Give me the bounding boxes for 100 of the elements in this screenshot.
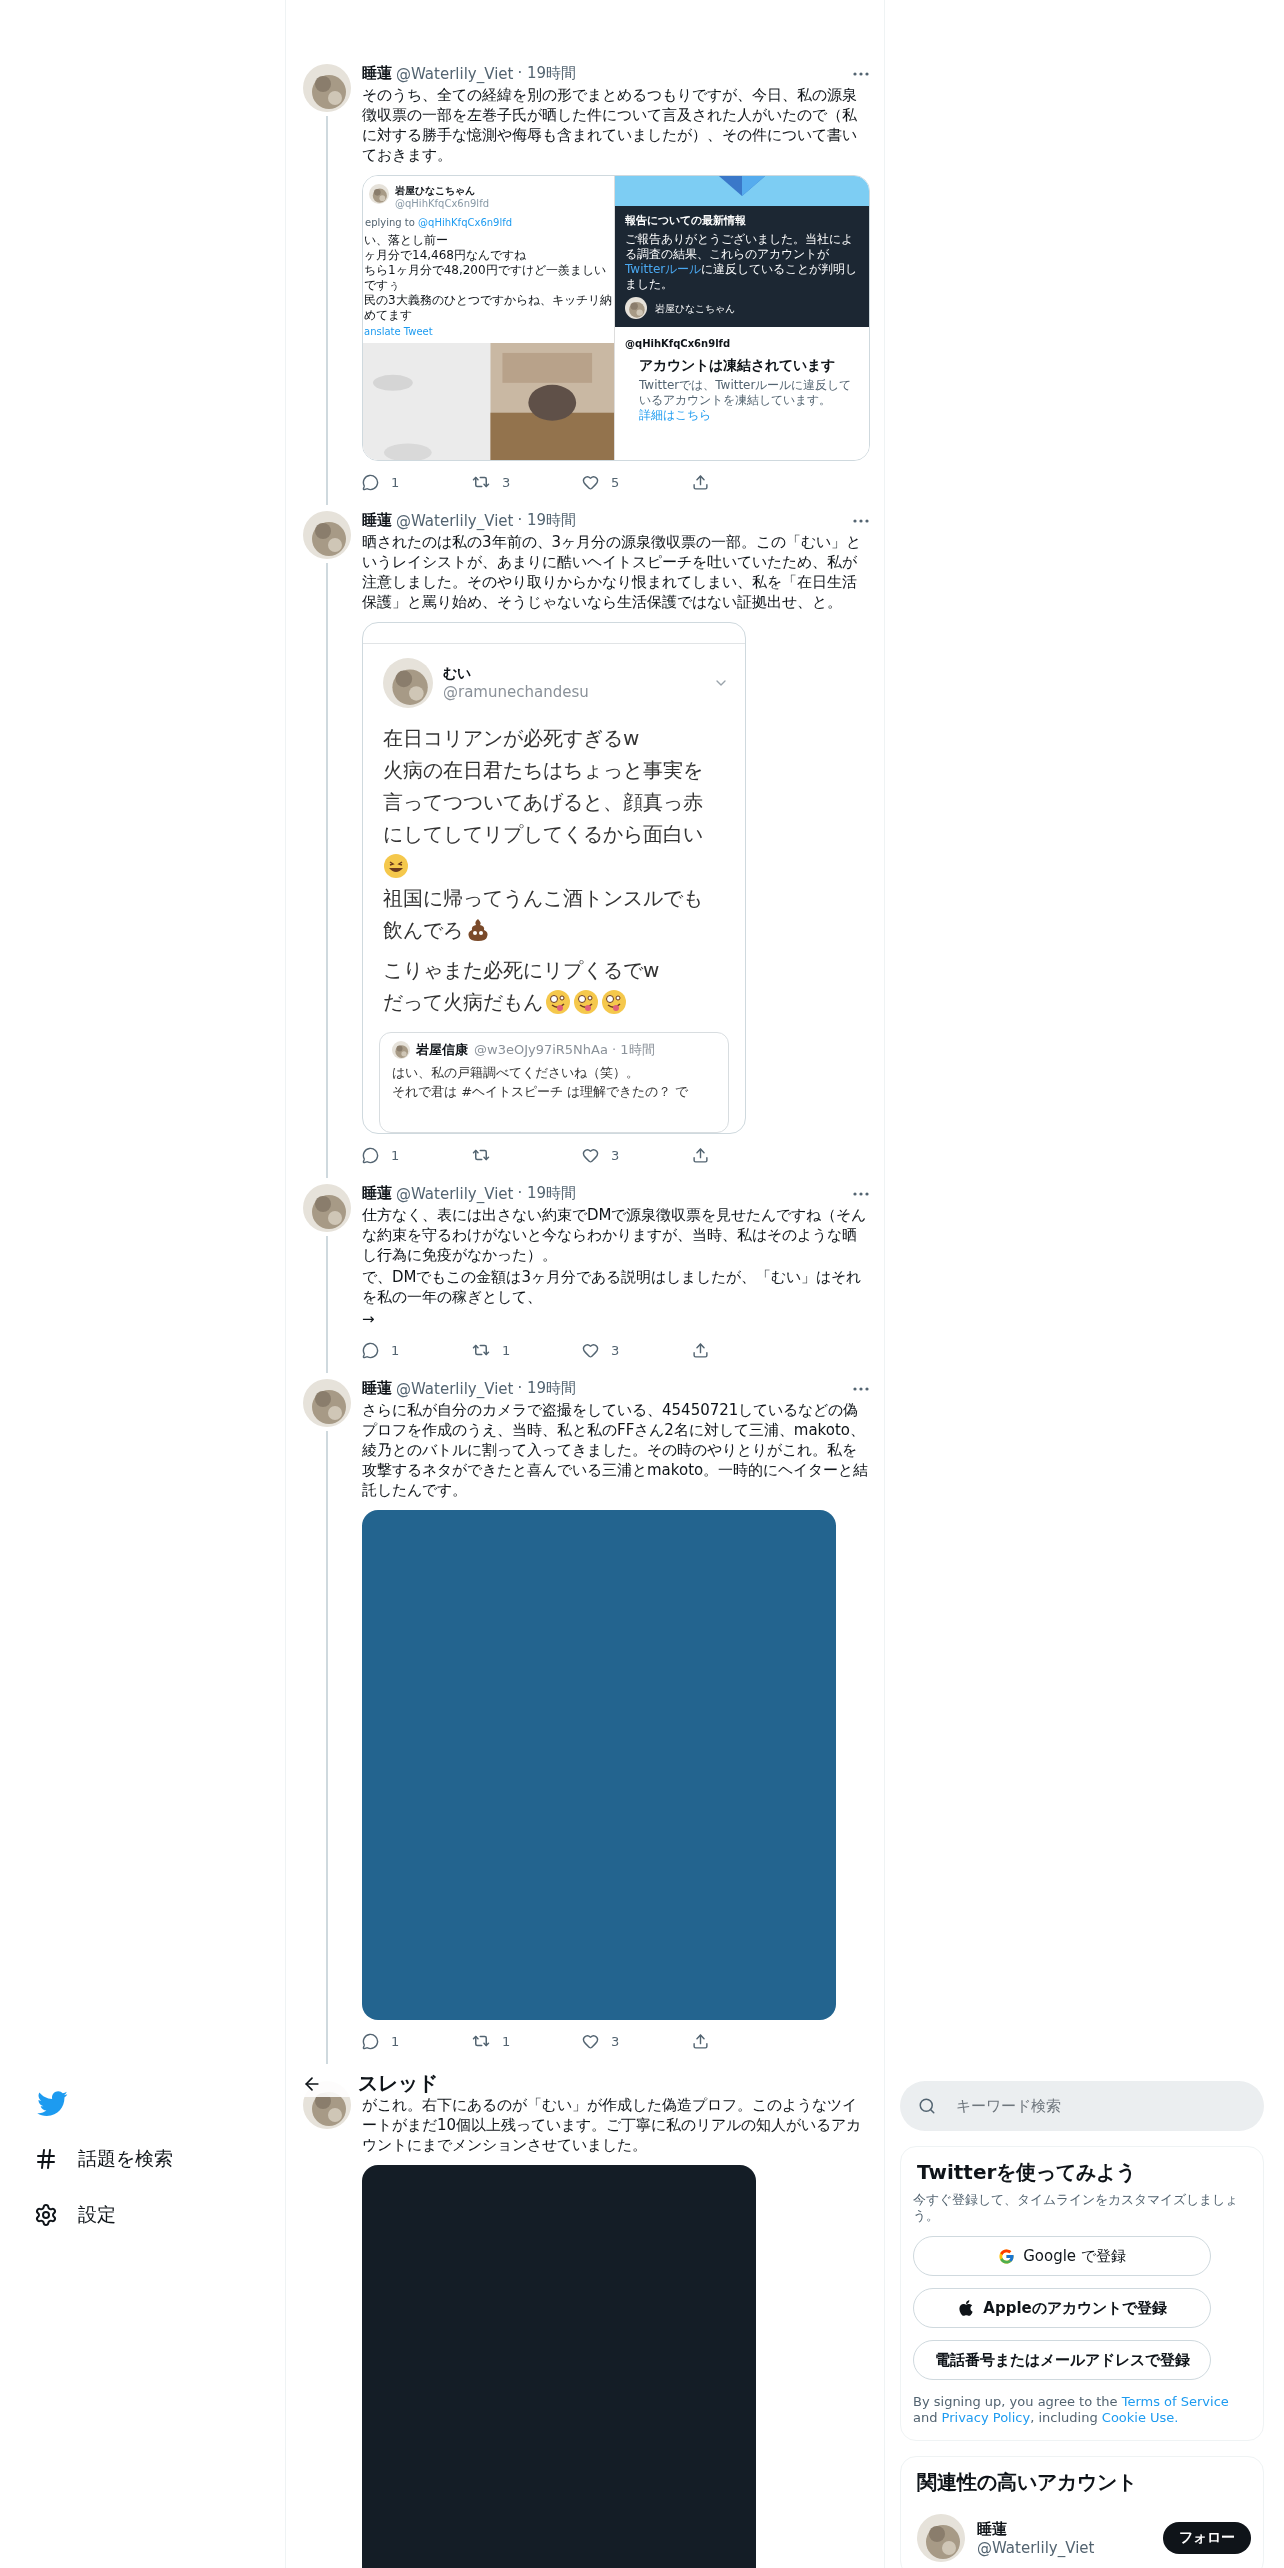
retweet-button[interactable]: 3 [472, 473, 511, 491]
quote-line: はい、私の戸籍調べてくださいね（笑）。 [392, 1064, 640, 1082]
speech-bubble-icon [362, 1341, 379, 1359]
reply-button[interactable]: 1 [362, 1146, 400, 1164]
heart-icon [582, 473, 599, 491]
laughing-face-icon [383, 853, 409, 879]
avatar [303, 511, 351, 559]
share-icon [692, 2032, 709, 2050]
avatar [369, 184, 389, 204]
legal-text: By signing up, you agree to the Terms of Service and Privacy Policy, including Cookie Use. [913, 2394, 1230, 2426]
zany-face-icon [573, 989, 599, 1015]
link[interactable]: 詳細はこちら [639, 408, 711, 422]
more-icon [853, 1386, 869, 1391]
signup-button[interactable]: Appleのアカウントで登録 [913, 2288, 1211, 2328]
nav-item[interactable]: 設定 [34, 2198, 116, 2232]
author-handle: @Waterlily_Viet [396, 511, 514, 530]
zany-face-icon [545, 989, 571, 1015]
heart-icon [582, 1341, 599, 1359]
tweet-line: 在日コリアンが必死すぎるw [383, 725, 640, 752]
account-name: 岩屋ひなこちゃん [655, 301, 735, 315]
more-button[interactable] [853, 518, 869, 523]
tweet-time: · 19時間 [517, 64, 577, 83]
speech-bubble-icon [362, 473, 379, 491]
tweet-text: さらに私が自分のカメラで盗撮をしている、45450721しているなどの偽プロフを作成のうえ、当時、私と私のFFさん2名に対して三浦、makoto、綾乃とのバトルに割って入ってきました。その時のやりとりがこれ。私を攻撃するネタができたと喜んでいる三浦とmakoto。一時的にヘイターと結託したんです。 [362, 1400, 869, 1500]
tweet-text: そのうち、全ての経緯を別の形でまとめるつもりですが、今日、私の源泉徴収票の一部を左巻子氏が晒した件について言及された人がいたので（私に対する勝手な憶測や侮辱も含まれていましたが）、その件について書いておきます。 [362, 85, 858, 165]
more-icon [853, 518, 869, 523]
author-name: 睡蓮 [362, 1184, 392, 1203]
avatar [383, 658, 433, 708]
heart-icon [582, 1146, 599, 1164]
share-button[interactable] [692, 1341, 709, 1359]
reply-button[interactable]: 1 [362, 2032, 400, 2050]
avatar [392, 1041, 410, 1059]
suspended-text: Twitterでは、Twitterルールに違反しているアカウントを凍結しています。 詳細はこちら [639, 378, 853, 423]
share-icon [692, 473, 709, 491]
more-button[interactable] [853, 1191, 869, 1196]
more-button[interactable] [853, 1386, 869, 1391]
account-name: 睡蓮 [977, 2519, 1008, 2539]
quote-author: 岩屋信康 [416, 1041, 468, 1059]
tweet-line: い、落とし前ー [363, 233, 449, 248]
tweet-time: · 19時間 [517, 1379, 577, 1398]
share-button[interactable] [692, 2032, 709, 2050]
share-button[interactable] [692, 1146, 709, 1164]
avatar [917, 2514, 965, 2562]
author-name: 睡蓮 [362, 1379, 392, 1398]
tweet-line: ちら1ヶ月分で48,200円ですけど一羨ましいですぅ [363, 263, 607, 293]
tweet-line: 祖国に帰ってうんこ酒トンスルでも [383, 885, 703, 912]
search-icon [918, 2097, 936, 2115]
reply-button[interactable]: 1 [362, 473, 400, 491]
hashtag-icon [34, 2147, 58, 2171]
author-name: むい [443, 665, 472, 683]
zany-face-icon [601, 989, 627, 1015]
avatar [303, 1184, 351, 1232]
avatar [303, 64, 351, 112]
author-name: 睡蓮 [362, 511, 392, 530]
tweet-line: 火病の在日君たちはちょっと事実を [383, 757, 703, 784]
search-field[interactable]: キーワード検索 [900, 2081, 1264, 2131]
google-icon [998, 2247, 1016, 2265]
tweet-text: 仕方なく、表には出さない約束でDMで源泉徴収票を見せたんですね（そんな約束を守るわけがないと今ならわかりますが、当時、私はそのような晒し行為に免疫がなかった）。 [362, 1205, 868, 1265]
settings-icon [34, 2203, 58, 2227]
reply-button[interactable]: 1 [362, 1341, 400, 1359]
like-button[interactable]: 3 [582, 1341, 620, 1359]
tweet-line: だって火病だもん [383, 989, 543, 1016]
author-handle: @Waterlily_Viet [396, 1379, 514, 1398]
like-button[interactable]: 3 [582, 1146, 620, 1164]
follow-button[interactable]: フォロー [1163, 2522, 1251, 2554]
retweet-button[interactable]: 1 [472, 2032, 511, 2050]
more-icon [853, 1191, 869, 1196]
poop-icon [465, 917, 491, 943]
notice-title: 報告についての最新情報 [625, 214, 747, 227]
reply-context: eplying to @qHihKfqCx6n9lfd [364, 216, 514, 230]
tweet-text: がこれ。右下にあるのが「むい」が作成した偽造プロフ。このようなツイートがまだ10個以上残っています。ご丁寧に私のリアルの知人がいるアカウントにまでメンションさせていました。 [362, 2095, 863, 2155]
shield-icon [717, 176, 767, 196]
like-button[interactable]: 5 [582, 473, 620, 491]
avatar [625, 297, 647, 319]
share-icon [692, 1341, 709, 1359]
account-handle: @qHihKfqCx6n9lfd [625, 337, 732, 350]
nav-item[interactable]: 話題を検索 [34, 2142, 173, 2176]
tweet-text: で、DMでもこの金額は3ヶ月分である説明はしましたが、「むい」はそれを私の一年の稼ぎとして、 [362, 1267, 863, 1307]
share-icon [692, 1146, 709, 1164]
author-handle: @Waterlily_Viet [396, 64, 514, 83]
like-button[interactable]: 3 [582, 2032, 620, 2050]
card-title: 関連性の高いアカウント [917, 2469, 1138, 2496]
author-handle: @qHihKfqCx6n9lfd [395, 197, 490, 210]
more-icon [853, 71, 869, 76]
quote-line: それで君は #ヘイトスピーチ は理解できたの？ で [392, 1083, 690, 1101]
tweet-line: 民の3大義務のひとつですからね、キッチリ納めてます [363, 293, 613, 323]
tweet-text: → [362, 1309, 376, 1329]
tweet-line: 飲んでろ [383, 917, 463, 944]
account-handle: @Waterlily_Viet [977, 2538, 1095, 2557]
signup-button[interactable]: 電話番号またはメールアドレスで登録 [913, 2340, 1211, 2380]
share-button[interactable] [692, 473, 709, 491]
retweet-button[interactable]: 1 [472, 1341, 511, 1359]
tweet-line: こりゃまた必死にリプくるでw [383, 957, 660, 984]
more-button[interactable] [853, 71, 869, 76]
heart-icon [582, 2032, 599, 2050]
card-title: Twitterを使ってみよう [917, 2159, 1138, 2186]
tweet-line: 言ってつついてあげると、顔真っ赤 [383, 789, 703, 816]
signup-button[interactable]: Google で登録 [913, 2236, 1211, 2276]
quote-handle: @w3eOJy97iR5NhAa · 1時間 [474, 1041, 655, 1059]
link[interactable]: Twitterルール [625, 262, 702, 276]
